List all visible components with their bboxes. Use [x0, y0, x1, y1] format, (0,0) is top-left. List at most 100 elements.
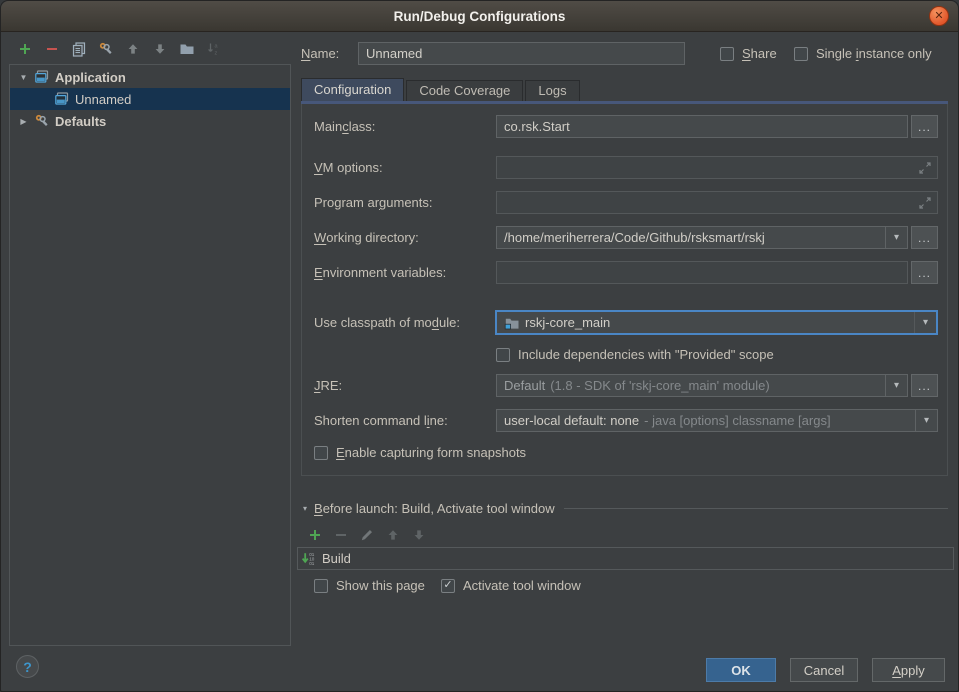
tree-expanded-icon[interactable]: ▼ — [18, 73, 29, 82]
application-icon — [54, 91, 70, 107]
move-task-up-button[interactable] — [385, 527, 401, 543]
configurations-toolbar: az — [17, 41, 222, 57]
checkbox-box-checked[interactable]: ✓ — [441, 579, 455, 593]
checkbox-box[interactable] — [314, 579, 328, 593]
tree-item-label: Unnamed — [75, 92, 131, 107]
include-provided-checkbox[interactable]: Include dependencies with "Provided" sco… — [496, 347, 774, 362]
apply-button[interactable]: Apply — [872, 658, 945, 682]
before-launch-title: Before launch: Build, Activate tool wind… — [314, 501, 555, 516]
show-this-page-checkbox[interactable]: Show this page — [314, 578, 425, 593]
before-launch-header[interactable]: ▾ Before launch: Build, Activate tool wi… — [303, 501, 948, 516]
single-instance-checkbox[interactable]: Single instance only — [794, 46, 932, 61]
add-configuration-button[interactable] — [17, 41, 33, 57]
before-launch-task-build[interactable]: 011001 Build — [297, 547, 954, 570]
shorten-command-line-value: user-local default: none — [504, 413, 639, 428]
remove-configuration-button[interactable] — [44, 41, 60, 57]
checkbox-box[interactable] — [794, 47, 808, 61]
working-directory-label: Working directory: — [314, 226, 419, 249]
single-instance-label: Single instance only — [816, 46, 932, 61]
collapse-icon[interactable]: ▾ — [303, 504, 307, 513]
check-icon: ✓ — [443, 580, 452, 591]
jre-combo[interactable]: Default (1.8 - SDK of 'rskj-core_main' m… — [496, 374, 908, 397]
capture-snapshots-label: Enable capturing form snapshots — [336, 445, 526, 460]
defaults-icon — [34, 113, 50, 129]
tab-logs[interactable]: Logs — [525, 80, 579, 101]
working-directory-browse-button[interactable]: ... — [911, 226, 938, 249]
expand-editor-icon[interactable] — [918, 161, 932, 175]
tree-item-label: Defaults — [55, 114, 106, 129]
before-launch-toolbar — [307, 527, 427, 543]
main-class-browse-button[interactable]: ... — [911, 115, 938, 138]
jre-browse-button[interactable]: ... — [911, 374, 938, 397]
share-label: Share — [742, 46, 777, 61]
run-debug-configurations-dialog: Run/Debug Configurations ✕ az ▼ Applicat… — [0, 0, 959, 692]
edit-task-button[interactable] — [359, 527, 375, 543]
program-arguments-label: Program arguments: — [314, 191, 433, 214]
ellipsis-icon: ... — [918, 120, 931, 134]
jre-value-detail: (1.8 - SDK of 'rskj-core_main' module) — [550, 378, 770, 393]
vm-options-field[interactable] — [496, 156, 938, 179]
chevron-down-icon[interactable]: ▾ — [885, 375, 907, 396]
tab-configuration[interactable]: Configuration — [301, 78, 404, 101]
tab-code-coverage[interactable]: Code Coverage — [406, 80, 523, 101]
tree-item-defaults[interactable]: ▶ Defaults — [10, 110, 290, 132]
main-class-field[interactable]: co.rsk.Start — [496, 115, 908, 138]
program-arguments-field[interactable] — [496, 191, 938, 214]
checkbox-box[interactable] — [314, 446, 328, 460]
help-icon: ? — [23, 659, 32, 675]
module-icon — [504, 315, 520, 331]
configurations-tree: ▼ Application Unnamed ▶ Defaults — [9, 64, 291, 646]
show-this-page-label: Show this page — [336, 578, 425, 593]
checkbox-box[interactable] — [496, 348, 510, 362]
svg-text:a: a — [215, 44, 219, 50]
create-folder-button[interactable] — [179, 41, 195, 57]
ellipsis-icon: ... — [918, 379, 931, 393]
working-directory-value: /home/meriherrera/Code/Github/rsksmart/r… — [504, 230, 765, 245]
ok-button[interactable]: OK — [706, 658, 776, 682]
move-task-down-button[interactable] — [411, 527, 427, 543]
title-bar: Run/Debug Configurations ✕ — [1, 1, 958, 32]
environment-variables-label: Environment variables: — [314, 261, 446, 284]
jre-label: JRE: — [314, 374, 342, 397]
include-provided-label: Include dependencies with "Provided" sco… — [518, 347, 774, 362]
chevron-down-icon[interactable]: ▾ — [914, 312, 936, 333]
tree-item-application[interactable]: ▼ Application — [10, 66, 290, 88]
classpath-module-combo[interactable]: rskj-core_main ▾ — [495, 310, 938, 335]
shorten-command-line-label: Shorten command line: — [314, 409, 448, 432]
share-checkbox[interactable]: Share — [720, 46, 777, 61]
move-up-button[interactable] — [125, 41, 141, 57]
copy-configuration-button[interactable] — [71, 41, 87, 57]
tree-item-unnamed[interactable]: Unnamed — [10, 88, 290, 110]
environment-variables-field[interactable] — [496, 261, 908, 284]
tree-collapsed-icon[interactable]: ▶ — [18, 117, 29, 126]
add-task-button[interactable] — [307, 527, 323, 543]
shorten-command-line-combo[interactable]: user-local default: none - java [options… — [496, 409, 938, 432]
environment-variables-browse-button[interactable]: ... — [911, 261, 938, 284]
remove-task-button[interactable] — [333, 527, 349, 543]
checkbox-box[interactable] — [720, 47, 734, 61]
cancel-button[interactable]: Cancel — [790, 658, 858, 682]
move-down-button[interactable] — [152, 41, 168, 57]
edit-defaults-button[interactable] — [98, 41, 114, 57]
tree-item-label: Application — [55, 70, 126, 85]
chevron-down-icon[interactable]: ▾ — [885, 227, 907, 248]
name-label: Name: — [301, 42, 339, 65]
sort-configurations-button[interactable]: az — [206, 41, 222, 57]
help-button[interactable]: ? — [16, 655, 39, 678]
classpath-module-value: rskj-core_main — [525, 315, 610, 330]
separator-line — [564, 508, 948, 509]
ellipsis-icon: ... — [918, 231, 931, 245]
close-button[interactable]: ✕ — [929, 6, 949, 26]
activate-tool-window-label: Activate tool window — [463, 578, 581, 593]
activate-tool-window-checkbox[interactable]: ✓ Activate tool window — [441, 578, 581, 593]
capture-snapshots-checkbox[interactable]: Enable capturing form snapshots — [314, 445, 526, 460]
name-input[interactable] — [358, 42, 685, 65]
svg-text:01: 01 — [309, 561, 315, 566]
expand-editor-icon[interactable] — [918, 196, 932, 210]
dialog-title: Run/Debug Configurations — [394, 9, 566, 24]
chevron-down-icon[interactable]: ▾ — [915, 410, 937, 431]
task-label: Build — [322, 551, 351, 566]
application-icon — [34, 69, 50, 85]
svg-text:z: z — [215, 51, 218, 57]
working-directory-combo[interactable]: /home/meriherrera/Code/Github/rsksmart/r… — [496, 226, 908, 249]
